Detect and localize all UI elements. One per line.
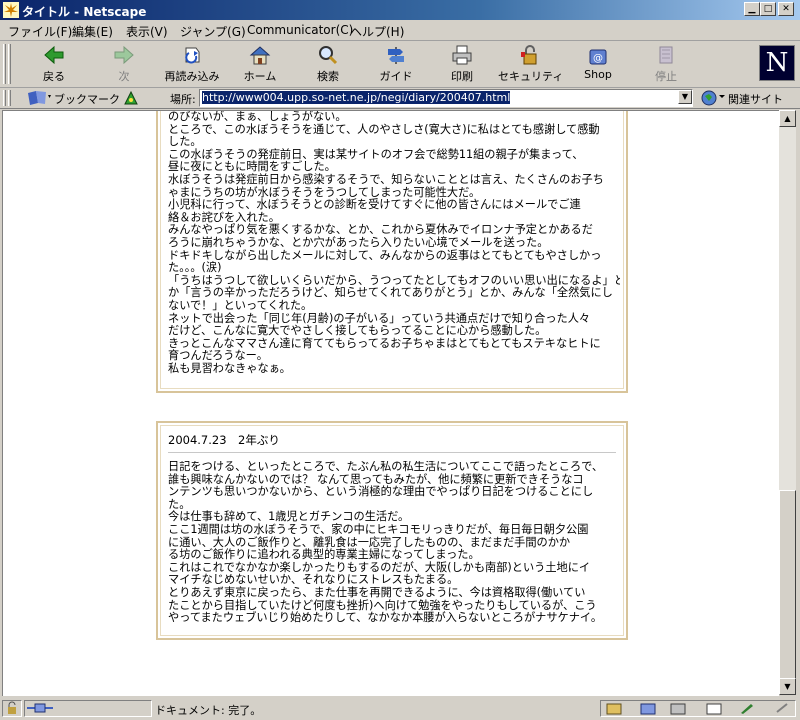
related-sites-button[interactable]: 関連サイト (700, 89, 800, 107)
status-panel-security (2, 700, 22, 717)
page-proxy-icon[interactable] (122, 89, 140, 107)
security-status-icon[interactable] (3, 701, 21, 716)
stop-label: 停止 (655, 70, 677, 83)
svg-text:@: @ (593, 53, 603, 64)
navigation-toolbar: 戻る 次 再読み込み ホーム 検索 ガイド 印刷 セキュリティ @ Shop 停… (0, 41, 800, 88)
status-bar: ドキュメント: 完了。 (0, 697, 800, 720)
home-label: ホーム (243, 70, 277, 83)
netscape-app-icon (3, 2, 19, 18)
back-arrow-icon (44, 45, 64, 65)
component-bar (600, 700, 796, 717)
forward-arrow-icon (114, 45, 134, 65)
menu-go[interactable]: ジャンプ(G) (180, 23, 246, 40)
stop-icon (659, 46, 673, 64)
window-title: タイトル - Netscape (22, 5, 147, 19)
scroll-up-button[interactable]: ▲ (779, 110, 796, 127)
related-sites-label: 関連サイト (728, 93, 783, 106)
location-url-input[interactable]: http://www004.upp.so-net.ne.jp/negi/diar… (199, 89, 693, 107)
menu-file[interactable]: ファイル(F) (8, 23, 72, 40)
toolbar-grip[interactable] (3, 44, 6, 84)
related-sites-icon (701, 90, 725, 106)
title-bar[interactable]: タイトル - Netscape ▁ □ ✕ (0, 0, 800, 20)
scrollbar-thumb[interactable] (779, 490, 796, 680)
bookmarks-icon (28, 91, 51, 105)
bookmarks-button[interactable]: ブックマーク (26, 89, 126, 107)
shop-label: Shop (584, 68, 612, 81)
guide-button[interactable]: ガイド (364, 44, 428, 84)
forward-label: 次 (118, 70, 130, 83)
menu-view[interactable]: 表示(V) (126, 23, 168, 40)
location-url-text: http://www004.upp.so-net.ne.jp/negi/diar… (202, 91, 511, 104)
minimize-button[interactable]: ▁ (744, 2, 760, 16)
location-label: 場所: (170, 93, 196, 106)
bookmarks-label: ブックマーク (54, 93, 120, 106)
vertical-scrollbar[interactable]: ▲ ▼ (779, 110, 796, 695)
maximize-button[interactable]: □ (760, 2, 776, 16)
padlock-icon (521, 45, 537, 65)
menu-edit[interactable]: 編集(E) (72, 23, 113, 40)
component-bar-icons (606, 703, 788, 715)
entry-heading: 2004.7.23 2年ぶり (168, 433, 280, 447)
entry-body: のびないが、まぁ、しょうがない。 ところで、この水ぼうそうを通じて、人のやさしさ… (168, 111, 620, 375)
shop-button[interactable]: @ Shop (566, 44, 630, 84)
location-bar-grip[interactable] (3, 90, 6, 106)
security-label: セキュリティ (498, 70, 564, 83)
printer-icon (452, 45, 472, 65)
status-text: ドキュメント: 完了。 (155, 704, 262, 717)
toolbar-grip-2 (8, 44, 11, 84)
guide-label: ガイド (379, 70, 413, 83)
reload-label: 再読み込み (164, 70, 220, 83)
search-label: 検索 (317, 70, 339, 83)
security-button[interactable]: セキュリティ (498, 44, 564, 84)
home-button[interactable]: ホーム (228, 44, 292, 84)
close-button[interactable]: ✕ (778, 2, 794, 16)
diary-entry-2004-07-23: 2004.7.23 2年ぶり 日記をつける、といったところで、たぶん私の私生活に… (156, 421, 628, 640)
reload-button[interactable]: 再読み込み (160, 44, 224, 84)
netscape-logo[interactable]: N (759, 45, 795, 81)
forward-button[interactable]: 次 (92, 44, 156, 84)
diary-entry-previous: のびないが、まぁ、しょうがない。 ところで、この水ぼうそうを通じて、人のやさしさ… (156, 111, 628, 393)
menu-help[interactable]: ヘルプ(H) (350, 23, 404, 40)
reload-icon (185, 47, 200, 64)
stop-button[interactable]: 停止 (634, 44, 698, 84)
print-label: 印刷 (451, 70, 473, 83)
menu-communicator[interactable]: Communicator(C) (247, 23, 353, 37)
print-button[interactable]: 印刷 (430, 44, 494, 84)
home-icon (249, 46, 271, 65)
page-content[interactable]: のびないが、まぁ、しょうがない。 ところで、この水ぼうそうを通じて、人のやさしさ… (2, 110, 779, 696)
shop-bag-icon: @ (589, 49, 607, 65)
location-dropdown-button[interactable]: ▼ (678, 90, 692, 104)
entry-divider (168, 452, 616, 453)
guide-signpost-icon (388, 47, 404, 64)
location-bar-grip-2 (8, 90, 11, 106)
connection-status-icon (27, 703, 53, 713)
back-button[interactable]: 戻る (22, 44, 86, 84)
menu-bar: ファイル(F) 編集(E) 表示(V) ジャンプ(G) Communicator… (0, 20, 800, 41)
status-panel-progress (24, 700, 152, 717)
search-button[interactable]: 検索 (296, 44, 360, 84)
search-icon (319, 46, 338, 65)
location-bar: ブックマーク 場所: http://www004.upp.so-net.ne.j… (0, 88, 800, 109)
back-label: 戻る (43, 70, 65, 83)
scroll-down-button[interactable]: ▼ (779, 678, 796, 695)
entry-body: 日記をつける、といったところで、たぶん私の私生活についてここで語ったところで、 … (168, 461, 604, 625)
